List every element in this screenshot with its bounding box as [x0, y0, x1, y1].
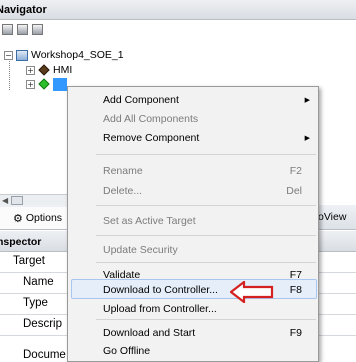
menu-separator	[96, 205, 316, 206]
callout-arrow-icon	[230, 281, 274, 303]
menu-item-delete[interactable]: Delete...	[103, 185, 142, 197]
scroll-left-icon[interactable]: ◀	[2, 196, 8, 205]
selected-node-label[interactable]	[53, 77, 67, 91]
expand-icon[interactable]: +	[26, 65, 35, 75]
tree-node-selected[interactable]: +	[26, 77, 67, 91]
project-label: Workshop4_SOE_1	[31, 49, 124, 61]
property-name: Docume	[23, 349, 66, 361]
menu-item-add-component[interactable]: Add Component	[103, 94, 179, 106]
shortcut-rename: F2	[289, 165, 302, 177]
tree-node-hmi[interactable]: + HMI	[26, 63, 72, 77]
property-name: Type	[23, 297, 48, 309]
menu-item-download-and-start[interactable]: Download and Start	[103, 327, 195, 339]
menu-item-update-security[interactable]: Update Security	[103, 244, 178, 256]
menu-item-download-to-controller[interactable]: Download to Controller...	[103, 284, 218, 296]
menu-separator	[96, 262, 316, 263]
menu-item-set-active-target[interactable]: Set as Active Target	[103, 215, 196, 227]
tab-options[interactable]: ⚙ Options	[0, 207, 70, 229]
scroll-thumb[interactable]	[11, 196, 23, 205]
navigator-title: Navigator	[0, 4, 47, 16]
property-name: Name	[23, 276, 54, 288]
tab-options-label: Options	[25, 212, 63, 224]
expand-icon[interactable]: +	[26, 79, 35, 89]
gear-icon: ⚙	[13, 211, 23, 225]
menu-separator	[96, 319, 316, 320]
collapse-icon[interactable]: −	[4, 50, 13, 60]
menu-separator	[96, 154, 316, 155]
controller-icon	[38, 78, 50, 90]
menu-item-validate[interactable]: Validate	[103, 269, 140, 281]
hmi-icon	[38, 64, 50, 76]
navigator-header: Navigator	[0, 0, 356, 20]
navigator-toolbar	[2, 24, 43, 38]
shortcut-download-start: F9	[289, 327, 302, 339]
shortcut-download: F8	[289, 284, 302, 296]
menu-item-add-all-components[interactable]: Add All Components	[103, 113, 198, 125]
submenu-arrow-icon: ▶	[304, 134, 310, 142]
properties-icon[interactable]	[32, 24, 43, 35]
hmi-label: HMI	[53, 64, 73, 76]
submenu-arrow-icon: ▶	[304, 96, 310, 104]
menu-item-go-offline[interactable]: Go Offline	[103, 345, 150, 357]
inspector-title: nspector	[0, 236, 42, 248]
menu-item-remove-component[interactable]: Remove Component	[103, 132, 199, 144]
context-menu: Add Component ▶ Add All Components Remov…	[67, 86, 319, 362]
shortcut-validate: F7	[289, 269, 302, 281]
menu-item-upload-from-controller[interactable]: Upload from Controller...	[103, 303, 217, 315]
tab-right[interactable]: oView	[318, 211, 346, 223]
menu-item-rename[interactable]: Rename	[103, 165, 143, 177]
property-name: Target	[13, 255, 45, 267]
menu-separator	[96, 235, 316, 236]
tree-node-project[interactable]: − Workshop4_SOE_1	[4, 48, 124, 62]
collapse-all-icon[interactable]	[2, 24, 13, 35]
project-icon	[16, 49, 28, 61]
shortcut-delete: Del	[286, 185, 302, 197]
expand-all-icon[interactable]	[17, 24, 28, 35]
property-name: Descrip	[23, 318, 62, 330]
